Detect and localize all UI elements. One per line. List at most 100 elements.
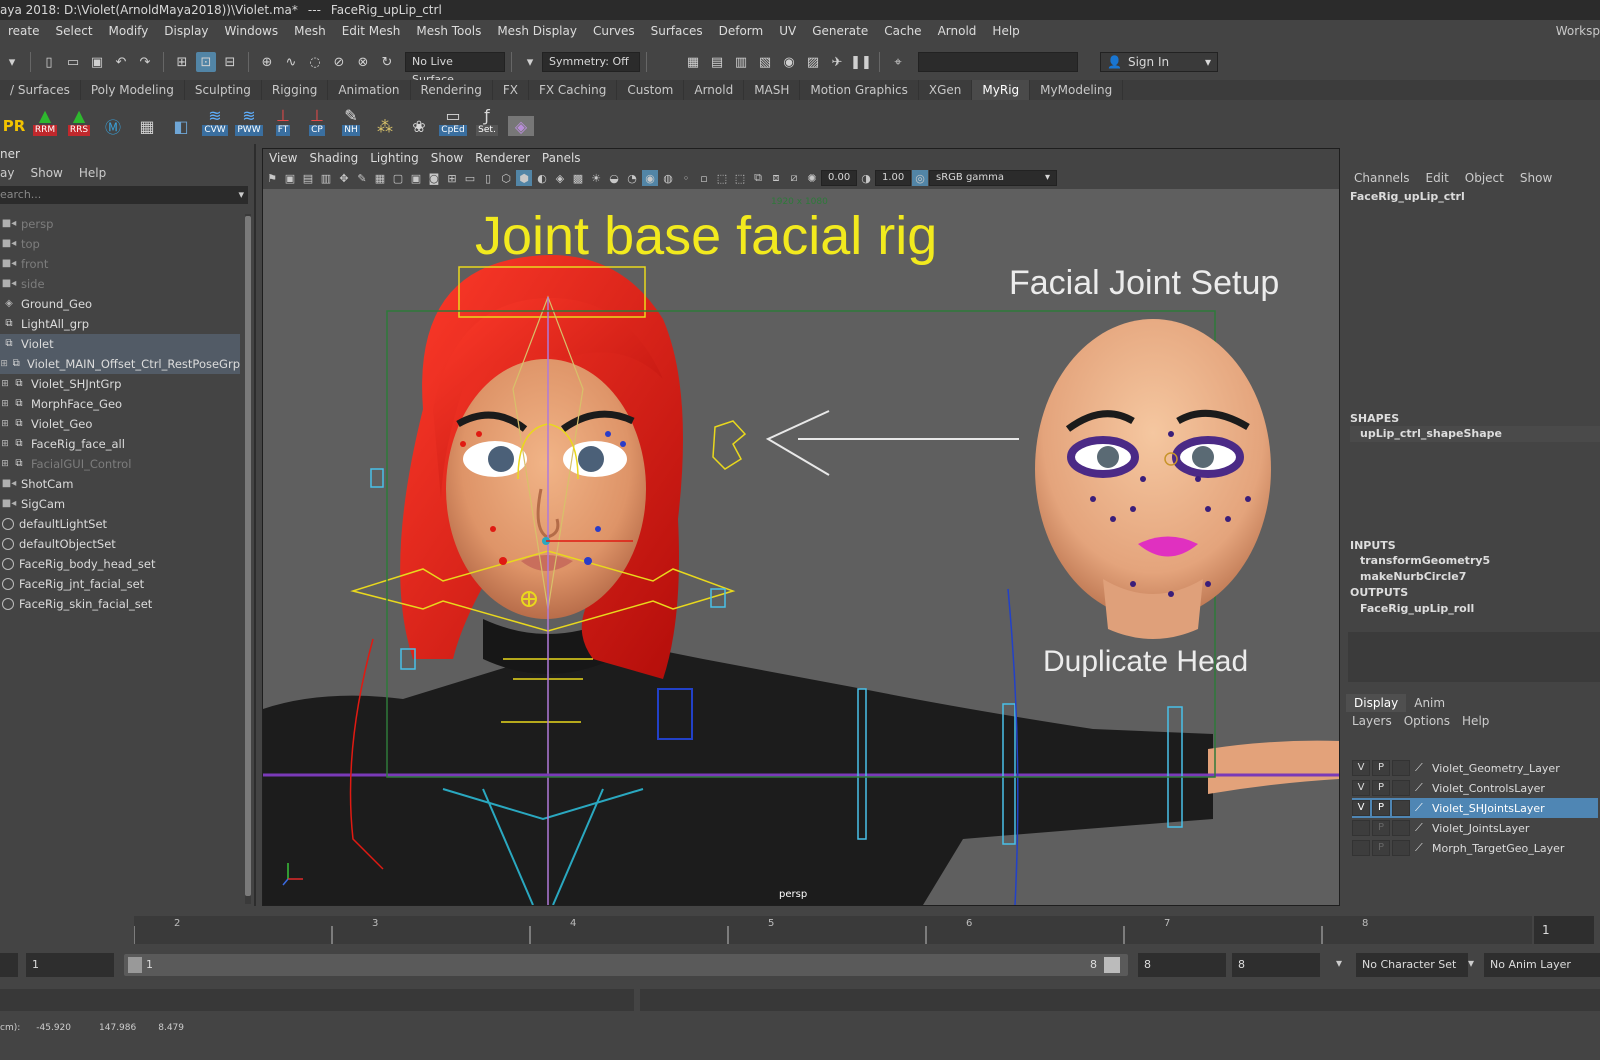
shelf-tab-rendering[interactable]: Rendering [411,80,493,100]
snap-curve-icon[interactable]: ∿ [281,52,301,72]
shelf-rrs-button[interactable]: ▲ RRS [64,104,94,136]
shelf-ft-button[interactable]: ⊥ FT [268,104,298,136]
textured-icon[interactable]: ▩ [570,170,586,186]
outliner-item[interactable]: ◈ Ground_Geo [0,294,240,314]
layer-color-icon[interactable]: ⟋ [1415,761,1429,775]
range-bar[interactable]: 1 8 [124,954,1128,976]
save-scene-icon[interactable]: ▣ [87,52,107,72]
gate-mask-icon[interactable]: ◙ [426,170,442,186]
layer-visibility-toggle[interactable] [1352,820,1370,836]
resolution-gate-icon[interactable]: ▣ [408,170,424,186]
shape-row[interactable]: upLip_ctrl_shapeShape [1350,426,1600,442]
layer-color-icon[interactable]: ⟋ [1415,841,1429,855]
live-surface-field[interactable]: No Live Surface [405,52,505,86]
redo-icon[interactable]: ↷ [135,52,155,72]
shelf-grid-button[interactable]: ▦ [132,104,162,136]
layers-menu-options[interactable]: Options [1398,712,1456,730]
tab-display[interactable]: Display [1346,694,1407,712]
select-hierarchy-icon[interactable]: ⊞ [172,52,192,72]
menu-curves[interactable]: Curves [585,20,643,42]
outliner-item[interactable]: defaultLightSet [0,514,240,534]
outliner-item[interactable]: ■◂ side [0,274,240,294]
shelf-mirror-button[interactable]: ◧ [166,104,196,136]
frame-all-icon[interactable]: ⧉ [750,170,766,186]
ui-lock-icon[interactable]: ⬚ [732,170,748,186]
layer-row[interactable]: V P ⟋ Violet_Geometry_Layer [1352,758,1598,778]
tab-anim[interactable]: Anim [1406,694,1453,712]
outliner-item[interactable]: ⊞ ⧉ Violet_SHJntGrp [0,374,240,394]
outliner-scrollbar[interactable] [244,214,252,1024]
layer-visibility-toggle[interactable] [1352,840,1370,856]
expand-plus-icon[interactable]: ⊞ [0,374,10,394]
viewport-menu-shading[interactable]: Shading [303,149,364,167]
bookmark-icon[interactable]: ▤ [300,170,316,186]
layer-visibility-toggle[interactable]: V [1352,800,1370,816]
shelf-tab-fx-caching[interactable]: FX Caching [529,80,618,100]
outliner-item[interactable]: ⊞ ⧉ Violet_Geo [0,414,240,434]
menu-mesh[interactable]: Mesh [286,20,334,42]
outliner-item[interactable]: ■◂ SigCam [0,494,240,514]
menu-arnold[interactable]: Arnold [930,20,985,42]
camera-attr-icon[interactable]: ▣ [282,170,298,186]
render-frame-icon[interactable]: ▤ [707,52,727,72]
channelbox-menu-object[interactable]: Object [1457,168,1512,188]
menu-mesh-display[interactable]: Mesh Display [489,20,585,42]
outliner-item[interactable]: ■◂ front [0,254,240,274]
layer-row[interactable]: P ⟋ Violet_JointsLayer [1352,818,1598,838]
shelf-cped-button[interactable]: ▭ CpEd [438,104,468,136]
safe-action-icon[interactable]: ▭ [462,170,478,186]
symmetry-dropdown-icon[interactable]: ▾ [520,52,540,72]
new-scene-icon[interactable]: ▯ [39,52,59,72]
menu-edit-mesh[interactable]: Edit Mesh [334,20,409,42]
xray-icon[interactable]: ◍ [660,170,676,186]
menu-modify[interactable]: Modify [101,20,157,42]
wireframe-on-shaded-icon[interactable]: ◈ [552,170,568,186]
shelf-tab-mymodeling[interactable]: MyModeling [1030,80,1124,100]
command-input[interactable] [0,989,634,1011]
arnold-render-icon[interactable]: ✈ [827,52,847,72]
outliner-item[interactable]: ■◂ persp [0,214,240,234]
viewport-menu-panels[interactable]: Panels [536,149,587,167]
outliner-item[interactable]: FaceRig_skin_facial_set [0,594,240,614]
expand-plus-icon[interactable]: ⊞ [0,414,10,434]
menu-help[interactable]: Help [984,20,1027,42]
backface-icon[interactable]: ▫ [696,170,712,186]
viewport-menu-lighting[interactable]: Lighting [364,149,425,167]
viewport-canvas[interactable]: Joint base facial rig Facial Joint Setup… [263,189,1339,905]
expand-plus-icon[interactable]: ⊞ [0,434,10,454]
channelbox-menu-channels[interactable]: Channels [1346,168,1418,188]
shelf-rrm-button[interactable]: ▲ RRM [30,104,60,136]
outliner-item[interactable]: ■◂ top [0,234,240,254]
workspace-label[interactable]: Worksp [1556,20,1600,42]
menuset-dropdown-icon[interactable]: ▾ [2,52,22,72]
shelf-tab-animation[interactable]: Animation [328,80,411,100]
outliner-menu-help[interactable]: Help [79,164,106,182]
shelf-tab-mash[interactable]: MASH [744,80,801,100]
menu-windows[interactable]: Windows [217,20,287,42]
shelf-tab-myrig[interactable]: MyRig [972,80,1031,100]
layer-row[interactable]: P ⟋ Morph_TargetGeo_Layer [1352,838,1598,858]
outliner-item[interactable]: FaceRig_jnt_facial_set [0,574,240,594]
outliner-item[interactable]: ⊞ ⧉ FacialGUI_Control [0,454,240,474]
shelf-tab-poly-modeling[interactable]: Poly Modeling [81,80,185,100]
lights-icon[interactable]: ☀ [588,170,604,186]
exposure-icon[interactable]: ✺ [804,170,820,186]
layers-menu-help[interactable]: Help [1456,712,1495,730]
layer-type-toggle[interactable] [1392,760,1410,776]
gamma-value-field[interactable]: 1.00 [875,170,911,186]
menu-deform[interactable]: Deform [711,20,772,42]
outliner-item[interactable]: ■◂ ShotCam [0,474,240,494]
layer-type-toggle[interactable] [1392,800,1410,816]
snap-grid-icon[interactable]: ⊕ [257,52,277,72]
range-end-handle[interactable] [1104,957,1120,973]
input-node[interactable]: makeNurbCircle7 [1350,570,1466,583]
shelf-cvw-button[interactable]: ≋ CVW [200,104,230,136]
layer-type-toggle[interactable] [1392,840,1410,856]
layers-menu-layers[interactable]: Layers [1346,712,1398,730]
pause-render-icon[interactable]: ❚❚ [850,52,872,72]
playback-start-field[interactable]: 1 [26,953,114,977]
outliner-item[interactable]: FaceRig_body_head_set [0,554,240,574]
isolate-select-icon[interactable]: ◉ [642,170,658,186]
layer-color-icon[interactable]: ⟋ [1415,801,1429,815]
outliner-item[interactable]: ⊞ ⧉ Violet_MAIN_Offset_Ctrl_RestPoseGrp [0,354,240,374]
